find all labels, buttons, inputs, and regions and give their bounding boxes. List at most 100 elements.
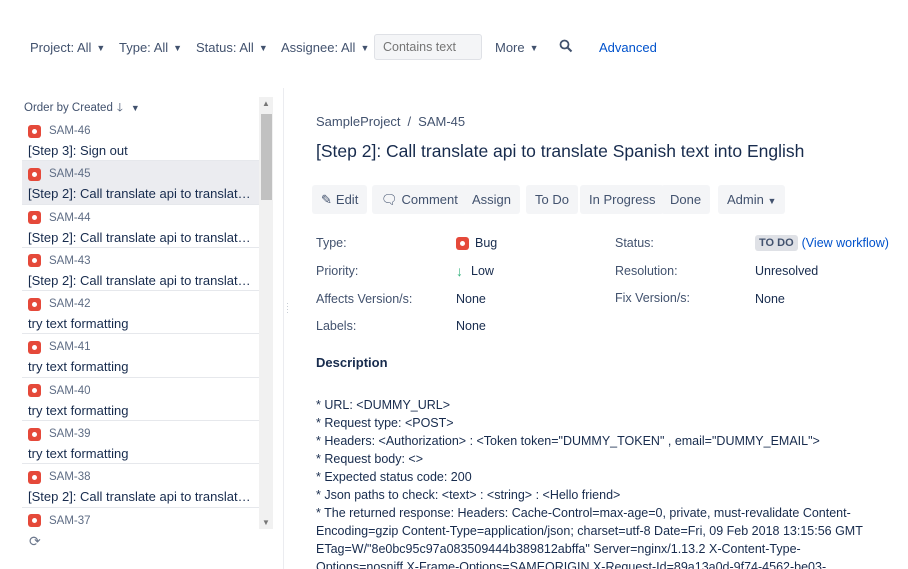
affects-version-value: None bbox=[456, 292, 486, 306]
list-item-key-row: SAM-43 bbox=[28, 254, 253, 268]
status-value: TO DO (View workflow) bbox=[755, 235, 889, 251]
todo-button[interactable]: To Do bbox=[526, 185, 578, 214]
list-item[interactable]: SAM-40 try text formatting bbox=[22, 378, 259, 422]
done-button[interactable]: Done bbox=[661, 185, 711, 214]
sort-desc-icon[interactable]: 🡓 bbox=[117, 102, 123, 114]
breadcrumb-issue-key[interactable]: SAM-45 bbox=[418, 114, 465, 129]
list-item-key-row: SAM-40 bbox=[28, 384, 253, 398]
status-badge: TO DO bbox=[755, 235, 798, 251]
list-item[interactable]: SAM-43 [Step 2]: Call translate api to tr… bbox=[22, 248, 259, 292]
issue-key: SAM-44 bbox=[49, 211, 91, 224]
type-filter-label: Type: All bbox=[119, 40, 169, 55]
description-line: * Headers: <Authorization> : <Token toke… bbox=[316, 434, 820, 448]
description-line: * Expected status code: 200 bbox=[316, 470, 472, 484]
chevron-down-icon: ▼ bbox=[529, 43, 539, 53]
scroll-down-icon[interactable]: ▼ bbox=[262, 518, 270, 527]
in-progress-button[interactable]: In Progress bbox=[580, 185, 665, 214]
breadcrumb-project[interactable]: SampleProject bbox=[316, 114, 401, 129]
list-scrollbar[interactable]: ▲ ▼ bbox=[259, 97, 273, 529]
view-workflow-link[interactable]: (View workflow) bbox=[802, 236, 889, 250]
in-progress-button-label: In Progress bbox=[589, 192, 656, 207]
issue-summary: [Step 2]: Call translate api to translat… bbox=[28, 272, 253, 288]
issue-key: SAM-46 bbox=[49, 125, 91, 137]
order-by-label: Order by Created bbox=[24, 102, 113, 114]
bug-icon bbox=[28, 514, 41, 528]
priority-low-icon: ↓ bbox=[456, 263, 463, 279]
chevron-down-icon[interactable]: ▼ bbox=[131, 103, 140, 113]
refresh-icon[interactable]: ⟳ bbox=[29, 533, 41, 550]
issue-title: [Step 2]: Call translate api to translat… bbox=[316, 141, 805, 161]
description-line: * URL: <DUMMY_URL> bbox=[316, 398, 451, 412]
list-item-key-row: SAM-45 bbox=[28, 167, 253, 181]
comment-button[interactable]: 🗨 Comment bbox=[372, 185, 467, 214]
issue-summary: try text formatting bbox=[28, 446, 129, 462]
advanced-link[interactable]: Advanced bbox=[599, 40, 657, 55]
list-item[interactable]: SAM-45 [Step 2]: Call translate api to tr… bbox=[22, 161, 259, 205]
list-item[interactable]: SAM-41 try text formatting bbox=[22, 334, 259, 378]
contains-text-input[interactable] bbox=[374, 34, 482, 60]
resolution-value: Unresolved bbox=[755, 264, 819, 278]
issue-summary: [Step 3]: Sign out bbox=[28, 143, 128, 158]
bug-icon bbox=[28, 167, 41, 181]
list-item-key-row: SAM-39 bbox=[28, 427, 253, 441]
chevron-down-icon: ▼ bbox=[360, 43, 370, 53]
issue-list: SAM-46 [Step 3]: Sign out SAM-45 [Step 2]: … bbox=[22, 118, 259, 528]
description-heading: Description bbox=[316, 355, 388, 370]
list-item[interactable]: SAM-37 bbox=[22, 508, 259, 528]
admin-button[interactable]: Admin ▼ bbox=[718, 185, 786, 214]
search-icon[interactable] bbox=[559, 39, 573, 53]
chevron-down-icon: ▼ bbox=[258, 43, 268, 53]
chevron-down-icon: ▼ bbox=[96, 43, 106, 53]
status-filter[interactable]: Status: All ▼ bbox=[196, 40, 268, 55]
issue-key: SAM-40 bbox=[49, 384, 91, 397]
list-item[interactable]: SAM-42 try text formatting bbox=[22, 291, 259, 335]
bug-icon bbox=[28, 340, 41, 354]
project-filter[interactable]: Project: All ▼ bbox=[30, 40, 105, 55]
labels-label: Labels: bbox=[316, 319, 357, 333]
admin-button-label: Admin bbox=[727, 192, 764, 207]
issue-key: SAM-43 bbox=[49, 254, 91, 267]
edit-button-label: Edit bbox=[335, 192, 359, 207]
fix-version-label: Fix Version/s: bbox=[615, 291, 691, 305]
status-label: Status: bbox=[615, 236, 654, 250]
list-item[interactable]: SAM-44 [Step 2]: Call translate api to tr… bbox=[22, 205, 259, 248]
assignee-filter[interactable]: Assignee: All ▼ bbox=[281, 40, 369, 55]
issue-summary: try text formatting bbox=[28, 402, 129, 418]
affects-version-label: Affects Version/s: bbox=[316, 292, 413, 306]
order-by-control[interactable]: Order by Created 🡓 ▼ bbox=[24, 100, 140, 119]
list-item-key-row: SAM-44 bbox=[28, 211, 253, 225]
chevron-down-icon: ▼ bbox=[173, 43, 183, 53]
type-filter[interactable]: Type: All ▼ bbox=[119, 40, 182, 55]
done-button-label: Done bbox=[670, 192, 702, 207]
comment-icon: 🗨 bbox=[381, 192, 398, 207]
list-item[interactable]: SAM-46 [Step 3]: Sign out bbox=[22, 118, 259, 162]
bug-icon bbox=[28, 124, 41, 138]
assignee-filter-label: Assignee: All bbox=[281, 40, 356, 55]
issue-key: SAM-42 bbox=[49, 298, 91, 311]
issue-key: SAM-37 bbox=[49, 514, 91, 527]
description-line: * The returned response: Headers: Cache-… bbox=[316, 506, 863, 569]
scrollbar-thumb[interactable] bbox=[261, 114, 272, 200]
type-value: Bug bbox=[456, 236, 497, 250]
list-item[interactable]: SAM-38 [Step 2]: Call translate api to tr… bbox=[22, 464, 259, 508]
more-filter[interactable]: More ▼ bbox=[495, 40, 539, 55]
type-label: Type: bbox=[316, 236, 347, 250]
resolution-label: Resolution: bbox=[615, 264, 678, 278]
more-filter-label: More bbox=[495, 40, 525, 55]
bug-icon bbox=[28, 254, 41, 268]
bug-icon bbox=[28, 470, 41, 484]
project-filter-label: Project: All bbox=[30, 40, 92, 55]
scroll-up-icon[interactable]: ▲ bbox=[262, 99, 270, 108]
assign-button[interactable]: Assign bbox=[463, 185, 521, 214]
issue-key: SAM-41 bbox=[49, 341, 91, 354]
issue-summary: [Step 2]: Call translate api to translat… bbox=[28, 489, 253, 505]
resize-grip-icon[interactable]: · · · · bbox=[286, 299, 289, 317]
bug-icon bbox=[28, 297, 41, 311]
edit-button[interactable]: ✎ Edit bbox=[312, 185, 368, 214]
issue-list-panel: Order by Created 🡓 ▼ SAM-46 [Step 3]: Sign … bbox=[22, 95, 276, 555]
breadcrumb: SampleProject / SAM-45 bbox=[316, 114, 465, 129]
list-item[interactable]: SAM-39 try text formatting bbox=[22, 421, 259, 465]
bug-icon bbox=[28, 384, 41, 398]
chevron-down-icon: ▼ bbox=[767, 196, 777, 206]
priority-value-text: Low bbox=[471, 264, 494, 278]
